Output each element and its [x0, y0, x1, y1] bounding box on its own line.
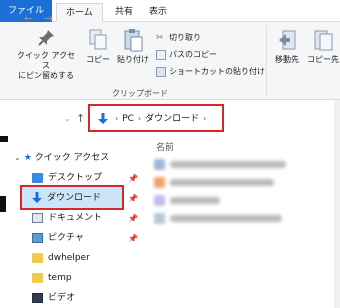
recent-locations-chevron-icon[interactable]: ⌄ — [64, 114, 71, 123]
file-icon — [154, 159, 165, 170]
breadcrumb-pc[interactable]: PC — [122, 114, 134, 124]
pin-icon — [38, 30, 54, 46]
file-name-blurred — [170, 179, 274, 186]
file-row[interactable] — [154, 176, 304, 190]
star-icon: ★ — [23, 153, 32, 163]
file-name-blurred — [170, 215, 282, 222]
paste-button[interactable]: 貼り付け — [116, 28, 150, 65]
sidebar-item-temp[interactable]: temp — [32, 268, 72, 288]
sidebar-item-label: temp — [48, 273, 72, 283]
copy-path-icon — [156, 49, 166, 60]
paste-label: 貼り付け — [117, 55, 149, 64]
copy-to-label: コピー先 — [307, 55, 339, 64]
pin-label-line1: クイック アクセス — [16, 51, 76, 70]
sidebar-item-videos[interactable]: ビデオ — [32, 288, 75, 308]
copy-button[interactable]: コピー — [84, 28, 112, 65]
clipboard-group-label: クリップボード — [112, 89, 168, 98]
back-arrow-icon[interactable]: ← — [24, 12, 33, 25]
file-icon — [154, 177, 165, 188]
tab-view[interactable]: 表示 — [140, 3, 176, 22]
file-name-blurred — [170, 161, 286, 168]
ribbon: クイック アクセス にピン留めする コピー 貼り付け ✂ 切り取り パスのコピー … — [0, 22, 340, 100]
file-name-blurred — [170, 197, 220, 204]
vertical-scrollbar[interactable] — [334, 100, 340, 308]
cut-label: 切り取り — [169, 33, 201, 42]
move-to-button[interactable]: 移動先 — [272, 28, 302, 65]
pin-label-line2: にピン留めする — [18, 71, 74, 80]
download-arrow-icon — [98, 112, 108, 124]
pictures-folder-icon — [32, 232, 43, 243]
paste-shortcut-button[interactable]: ショートカットの貼り付け — [156, 66, 265, 78]
folder-icon — [32, 252, 43, 263]
copy-path-label: パスのコピー — [169, 50, 217, 59]
navigation-pane: ⌄ ★ クイック アクセス デスクトップ 📌 ダウンロード 📌 ドキュメント 📌 ピ… — [14, 140, 142, 308]
move-to-label: 移動先 — [275, 55, 299, 64]
sidebar-item-documents[interactable]: ドキュメント — [32, 208, 102, 228]
name-column-header[interactable]: 名前 — [156, 140, 174, 153]
sidebar-item-label: デスクトップ — [48, 173, 103, 183]
tab-share[interactable]: 共有 — [106, 3, 142, 22]
download-arrow-icon — [32, 191, 42, 203]
breadcrumb-downloads[interactable]: ダウンロード — [145, 114, 199, 124]
forward-arrow-icon[interactable]: → — [44, 12, 53, 25]
folder-icon — [32, 272, 43, 283]
move-to-icon — [279, 30, 296, 50]
cut-button[interactable]: ✂ 切り取り — [156, 32, 201, 44]
group-separator — [266, 26, 267, 96]
tab-home[interactable]: ホーム — [56, 3, 103, 22]
breadcrumb-separator-icon: › — [115, 114, 119, 123]
sidebar-item-label: ドキュメント — [48, 213, 103, 223]
breadcrumb: › PC › ダウンロード › — [98, 111, 210, 125]
file-row[interactable] — [154, 194, 304, 208]
file-icon — [154, 195, 165, 206]
sidebar-item-desktop[interactable]: デスクトップ — [32, 168, 102, 188]
document-folder-icon — [32, 212, 43, 223]
scissors-icon: ✂ — [156, 32, 164, 43]
video-folder-icon — [32, 292, 43, 303]
quick-access-item[interactable]: ⌄ ★ クイック アクセス — [14, 148, 109, 168]
clipboard-icon — [124, 29, 143, 52]
file-icon — [154, 213, 165, 224]
file-row[interactable] — [154, 158, 304, 172]
desktop-folder-icon — [32, 172, 43, 183]
sidebar-item-label: ビデオ — [48, 293, 76, 303]
sidebar-item-pictures[interactable]: ピクチャ — [32, 228, 84, 248]
quick-access-label: クイック アクセス — [34, 153, 110, 163]
pin-icon: 📌 — [128, 174, 138, 183]
sidebar-item-downloads[interactable]: ダウンロード — [32, 188, 101, 208]
pin-icon: 📌 — [128, 194, 138, 203]
paste-shortcut-label: ショートカットの貼り付け — [169, 67, 265, 76]
file-row[interactable] — [154, 212, 304, 226]
expand-chevron-icon: ⌄ — [14, 153, 21, 162]
breadcrumb-separator-icon: › — [137, 114, 142, 123]
sidebar-item-dwhelper[interactable]: dwhelper — [32, 248, 90, 268]
pin-icon: 📌 — [128, 214, 138, 223]
copy-to-button[interactable]: コピー先 — [306, 28, 340, 65]
up-arrow-icon[interactable]: ↑ — [76, 112, 85, 125]
pin-icon: 📌 — [128, 234, 138, 243]
sidebar-item-label: ダウンロード — [47, 193, 102, 203]
copy-icon — [89, 29, 107, 50]
copy-path-button[interactable]: パスのコピー — [156, 49, 217, 61]
copy-label: コピー — [86, 55, 110, 64]
breadcrumb-separator-icon: › — [203, 114, 207, 123]
sidebar-item-label: dwhelper — [48, 253, 90, 263]
sidebar-item-label: ピクチャ — [48, 233, 84, 243]
copy-to-icon — [314, 30, 333, 51]
paste-shortcut-icon — [156, 66, 166, 77]
pin-to-quick-access-button[interactable]: クイック アクセス にピン留めする — [16, 28, 76, 81]
